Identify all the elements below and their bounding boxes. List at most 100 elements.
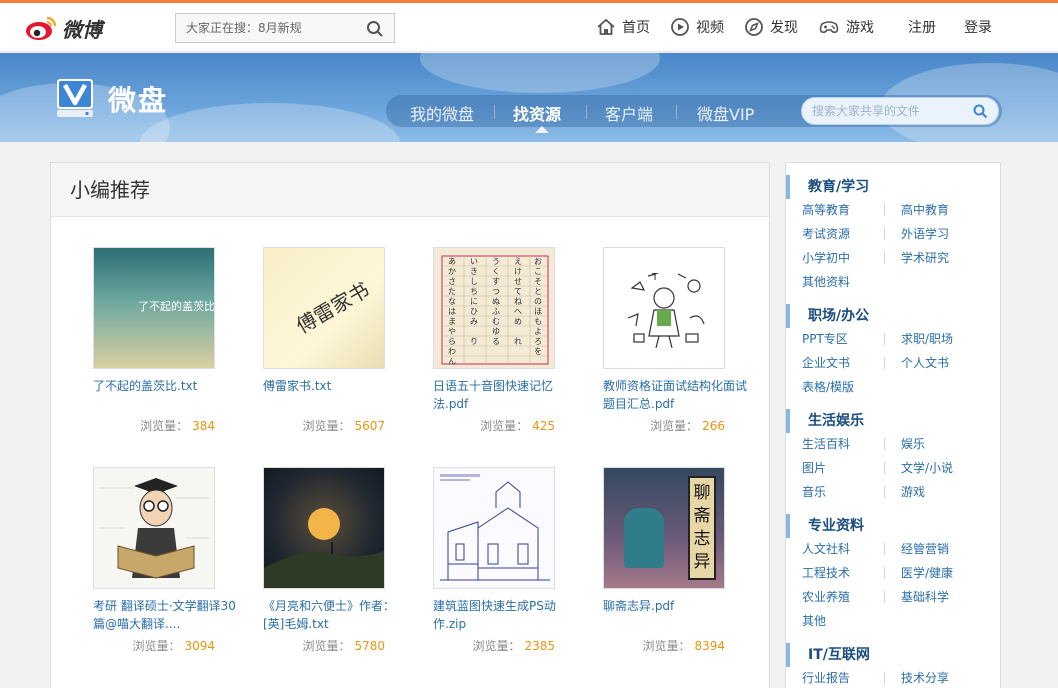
- video-icon: [671, 18, 689, 36]
- resource-thumbnail[interactable]: 了不起的盖茨比: [93, 247, 215, 369]
- resource-search-input[interactable]: [802, 98, 962, 124]
- tab-my-vdisk[interactable]: 我的微盘: [410, 101, 474, 125]
- resource-name[interactable]: 考研 翻译硕士·文学翻译30篇@喵大翻译....: [93, 597, 243, 633]
- category-link[interactable]: 企业文书: [802, 356, 850, 370]
- svg-text:に: に: [470, 297, 478, 306]
- svg-text:み: み: [470, 317, 478, 326]
- resource-name[interactable]: 傅雷家书.txt: [263, 377, 413, 413]
- svg-text:え: え: [514, 257, 522, 266]
- home-icon: [597, 18, 615, 35]
- svg-text:れ: れ: [514, 337, 522, 346]
- category-title[interactable]: 专业资料: [786, 514, 1002, 538]
- resource-card[interactable]: 建筑蓝图快速生成PS动作.zip 浏览量： 2385: [433, 467, 583, 653]
- category-link[interactable]: 农业养殖: [802, 590, 850, 604]
- category-link[interactable]: 求职/职场: [901, 327, 953, 351]
- resource-card[interactable]: あ い う え お か き く け こ さ し す せ そ た ち つ て と な に ぬ ね の は ひ ふ へ ほ ま み む め…: [433, 247, 583, 433]
- category-link[interactable]: 考试资源: [802, 227, 850, 241]
- category-link[interactable]: 生活百科: [802, 437, 850, 451]
- nav-home[interactable]: 首页: [596, 17, 650, 37]
- category-link[interactable]: 人文社科: [802, 542, 850, 556]
- category-link[interactable]: 外语学习: [901, 222, 949, 246]
- category-row: PPT专区 求职/职场: [802, 327, 953, 351]
- tab-find-resources[interactable]: 找资源: [513, 101, 561, 125]
- view-count: 浏览量： 5607: [302, 419, 385, 433]
- global-search-input[interactable]: [176, 14, 356, 42]
- resource-thumbnail[interactable]: [433, 467, 555, 589]
- category-row: 图片 文学/小说: [802, 456, 953, 480]
- category-title[interactable]: IT/互联网: [786, 643, 1002, 667]
- resource-name[interactable]: 《月亮和六便士》作者：[英]毛姆.txt: [263, 597, 413, 633]
- category-link[interactable]: 小学初中: [802, 251, 850, 265]
- category-link[interactable]: 高中教育: [901, 198, 949, 222]
- svg-text:さ: さ: [448, 277, 456, 286]
- category-link[interactable]: 其他资料: [802, 275, 850, 289]
- weibo-logo[interactable]: 微博: [24, 12, 102, 44]
- nav-video[interactable]: 视频: [670, 17, 724, 37]
- resource-card[interactable]: 《月亮和六便士》作者：[英]毛姆.txt 浏览量： 5780: [263, 467, 413, 653]
- svg-text:ん: ん: [448, 357, 456, 366]
- view-count: 浏览量： 425: [480, 419, 555, 433]
- category-link[interactable]: 技术分享: [901, 666, 949, 688]
- resource-card[interactable]: 考研 翻译硕士·文学翻译30篇@喵大翻译.... 浏览量： 3094: [93, 467, 243, 653]
- resource-thumbnail[interactable]: [263, 467, 385, 589]
- tab-client[interactable]: 客户端: [605, 101, 653, 125]
- category-link[interactable]: 音乐: [802, 485, 826, 499]
- category-title[interactable]: 职场/办公: [786, 304, 1002, 328]
- resource-card[interactable]: 聊斋志异 聊斋志异.pdf 浏览量： 8394: [603, 467, 753, 653]
- resource-thumbnail[interactable]: あ い う え お か き く け こ さ し す せ そ た ち つ て と な に ぬ ね の は ひ ふ へ ほ ま み む め…: [433, 247, 555, 369]
- search-icon[interactable]: [366, 20, 384, 38]
- resource-card[interactable]: 了不起的盖茨比 了不起的盖茨比.txt 浏览量： 384: [93, 247, 243, 433]
- resource-thumbnail[interactable]: 聊斋志异: [603, 467, 725, 589]
- svg-text:わ: わ: [448, 347, 456, 356]
- resource-thumbnail[interactable]: [93, 467, 215, 589]
- compass-icon: [745, 18, 763, 36]
- category-link[interactable]: 个人文书: [901, 351, 949, 375]
- resource-thumbnail[interactable]: 傅雷家书: [263, 247, 385, 369]
- login-link[interactable]: 登录: [964, 17, 992, 37]
- view-count: 浏览量： 266: [650, 419, 725, 433]
- tab-vip[interactable]: 微盘VIP: [697, 101, 754, 125]
- resource-name[interactable]: 教师资格证面试结构化面试题目汇总.pdf: [603, 377, 753, 413]
- category-link[interactable]: 其他: [802, 614, 826, 628]
- category-link[interactable]: 经管营销: [901, 537, 949, 561]
- category-row: 表格/模版: [802, 375, 854, 399]
- resource-name[interactable]: 聊斋志异.pdf: [603, 597, 753, 633]
- category-link[interactable]: 游戏: [901, 480, 925, 504]
- category-link[interactable]: 图片: [802, 461, 826, 475]
- category-link[interactable]: 基础科学: [901, 585, 949, 609]
- svg-text:も: も: [534, 317, 542, 326]
- category-link[interactable]: 娱乐: [901, 432, 925, 456]
- resource-card[interactable]: T 教师资格证面试结构化面试题目汇总.pdf 浏览量： 266: [603, 247, 753, 433]
- category-link[interactable]: 医学/健康: [901, 561, 953, 585]
- nav-discover[interactable]: 发现: [744, 17, 798, 37]
- panel-heading: 小编推荐: [51, 163, 769, 217]
- category-link[interactable]: 行业报告: [802, 671, 850, 685]
- category-link[interactable]: 高等教育: [802, 203, 850, 217]
- svg-text:な: な: [448, 297, 456, 306]
- svg-text:ろ: ろ: [534, 337, 542, 346]
- svg-text:ら: ら: [448, 337, 456, 346]
- nav-game[interactable]: 游戏: [818, 17, 874, 37]
- category-career: 职场/办公: [786, 304, 1002, 328]
- register-link[interactable]: 注册: [908, 17, 936, 37]
- search-icon[interactable]: [973, 104, 988, 119]
- svg-text:あ: あ: [448, 257, 456, 266]
- category-title[interactable]: 教育/学习: [786, 175, 1002, 199]
- resource-card[interactable]: 傅雷家书 傅雷家书.txt 浏览量： 5607: [263, 247, 413, 433]
- svg-text:や: や: [448, 327, 456, 336]
- category-link[interactable]: 文学/小说: [901, 456, 953, 480]
- category-link[interactable]: PPT专区: [802, 332, 848, 346]
- category-link[interactable]: 工程技术: [802, 566, 850, 580]
- resource-thumbnail[interactable]: T: [603, 247, 725, 369]
- category-link[interactable]: 表格/模版: [802, 380, 854, 394]
- svg-text:そ: そ: [534, 277, 542, 286]
- category-link[interactable]: 学术研究: [901, 246, 949, 270]
- resource-name[interactable]: 建筑蓝图快速生成PS动作.zip: [433, 597, 583, 633]
- category-title[interactable]: 生活娱乐: [786, 409, 1002, 433]
- top-bar: 微博 首页 视频: [0, 0, 1058, 52]
- resource-name[interactable]: 日语五十音图快速记忆法.pdf: [433, 377, 583, 413]
- svg-text:く: く: [492, 267, 500, 276]
- svg-text:う: う: [492, 257, 500, 266]
- category-sidebar: 教育/学习 高等教育 高中教育 考试资源 外语学习 小学初中 学术研究 其他资料 职场…: [785, 162, 1001, 688]
- resource-name[interactable]: 了不起的盖茨比.txt: [93, 377, 243, 413]
